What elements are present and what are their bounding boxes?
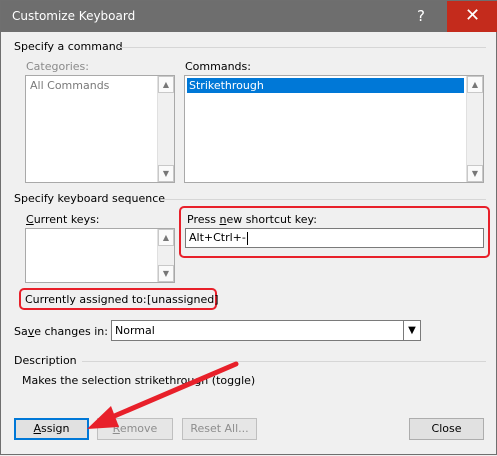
customize-keyboard-dialog: Customize Keyboard ? ✕ Specify a command…	[0, 0, 497, 455]
annotation-arrow	[87, 361, 239, 429]
